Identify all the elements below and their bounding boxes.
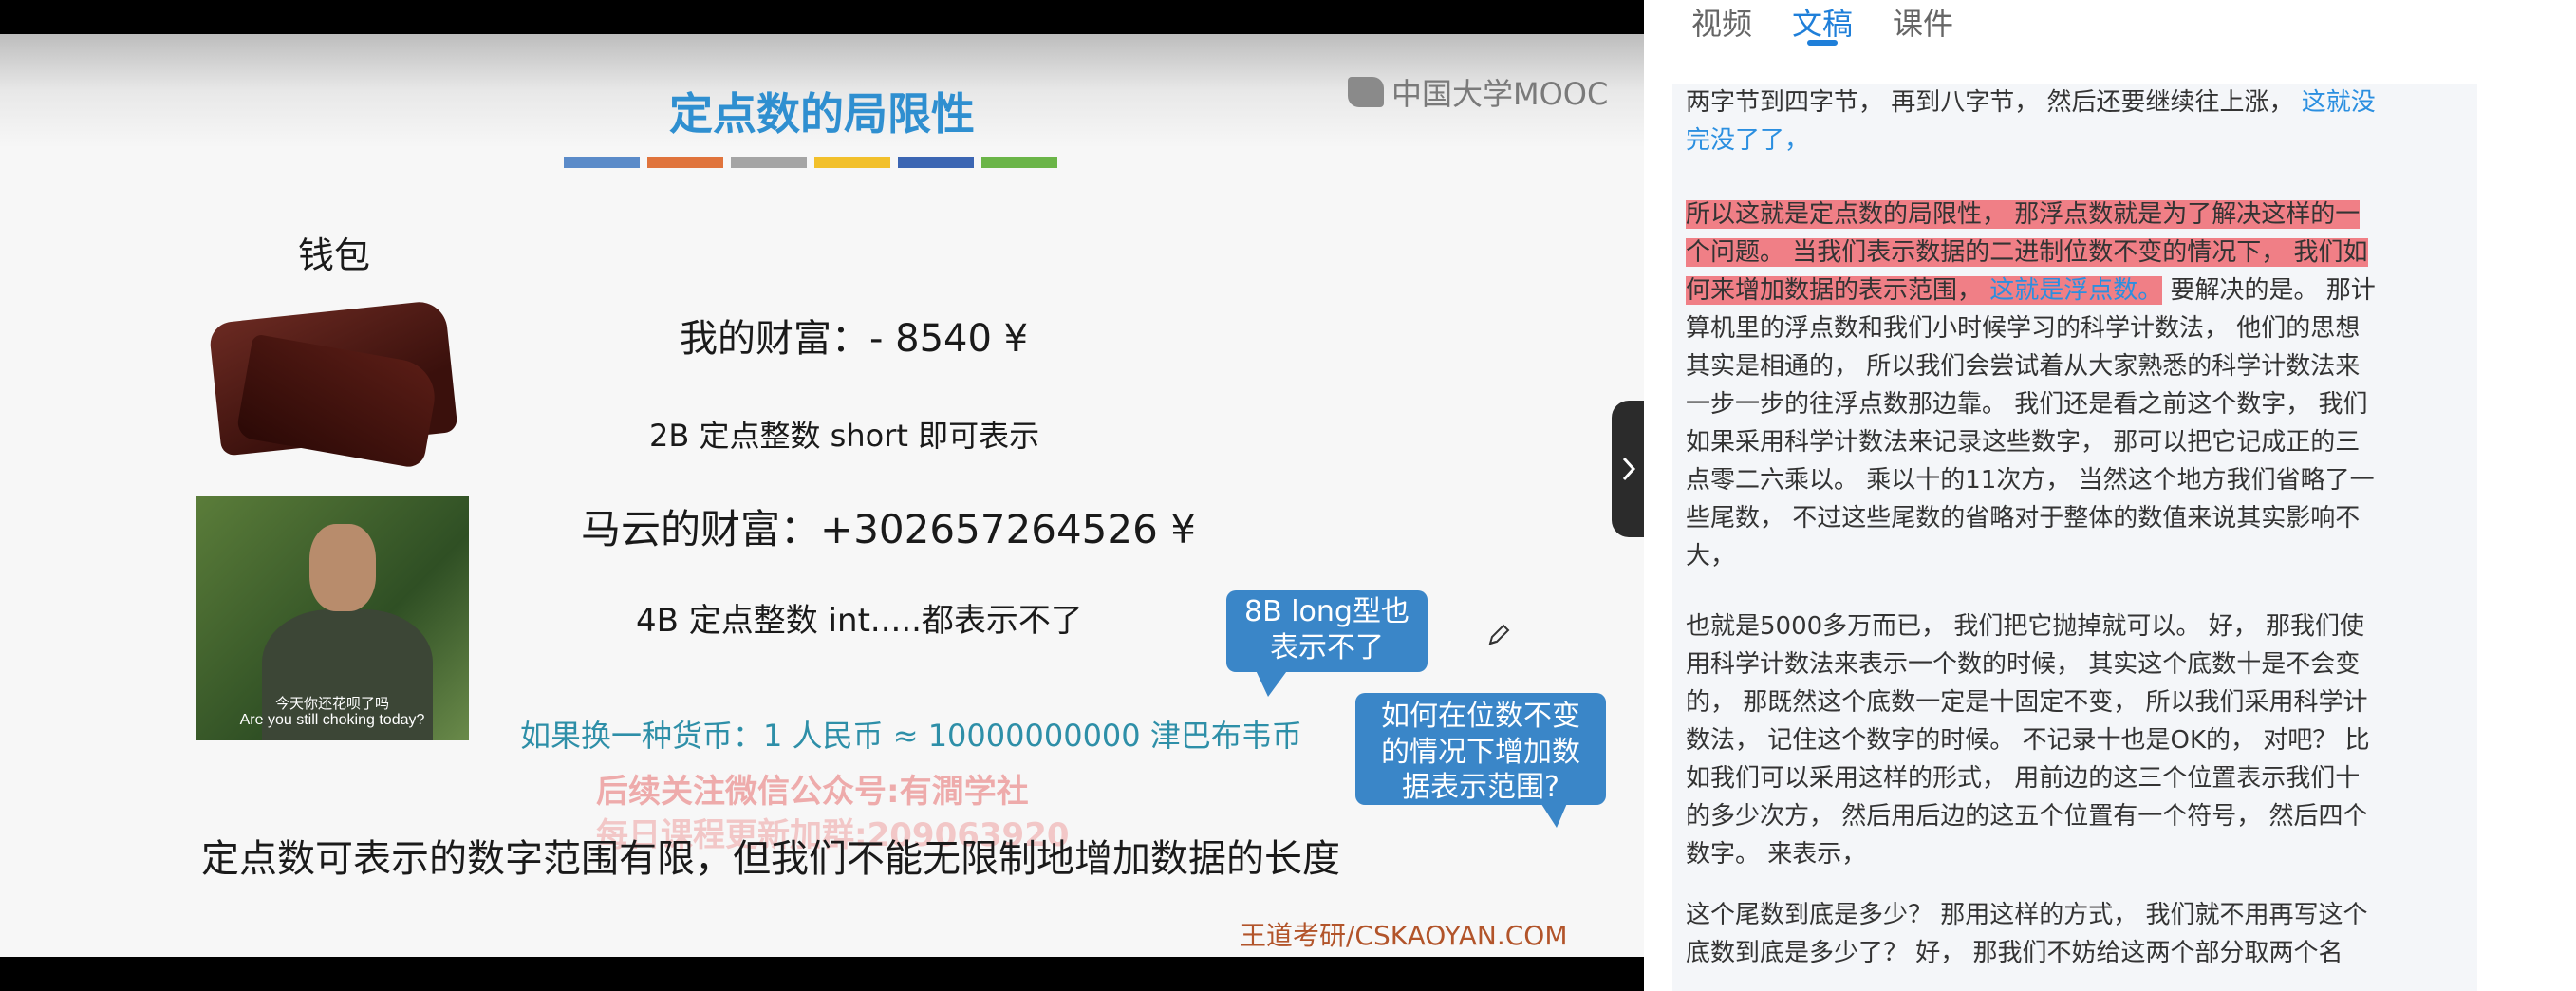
- pencil-icon: [1488, 624, 1510, 645]
- transcript-text: 如果采用科学计数法来记录这些数字， 那可以把它记成正的三: [1686, 428, 2361, 457]
- transcript-line: 大，: [1686, 537, 1735, 575]
- transcript-line: 完没了了，: [1686, 122, 1809, 159]
- transcript-text: 要解决的是。 那计: [2162, 276, 2376, 305]
- transcript-text: 这个尾数到底是多少？ 那用这样的方式， 我们就不用再写这个: [1686, 901, 2368, 929]
- wallet-label: 钱包: [298, 234, 371, 276]
- bottom-statement: 定点数可表示的数字范围有限，但我们不能无限制地增加数据的长度: [201, 837, 1340, 881]
- title-color-segment: [564, 157, 640, 168]
- side-panel: 视频 文稿 课件 两字节到四字节， 再到八字节， 然后还要继续往上涨， 这就没完没了…: [1644, 0, 2576, 991]
- portrait-photo: 今天你还花呗了吗 Are you still choking today?: [196, 496, 469, 740]
- transcript-line: 的多少次方， 然后用后边的这五个位置有一个符号， 然后四个: [1686, 797, 2368, 835]
- transcript-text: 些尾数， 不过这些尾数的省略对于整体的数值来说其实影响不: [1686, 504, 2361, 533]
- title-color-segment: [898, 157, 974, 168]
- transcript-line: 一步一步的往浮点数那边靠。 我们还是看之前这个数字， 我们: [1686, 385, 2368, 423]
- transcript-line: 如我们可以采用这样的形式， 用前边的这三个位置表示我们十: [1686, 759, 2360, 797]
- transcript-text: 的多少次方， 然后用后边的这五个位置有一个符号， 然后四个: [1686, 802, 2368, 831]
- ma-wealth-note: 4B 定点整数 int.....都表示不了: [636, 602, 1083, 640]
- long-type-bubble: 8B long型也 表示不了: [1226, 590, 1428, 697]
- bubble-line: 8B long型也: [1244, 595, 1409, 628]
- title-color-bar: [564, 157, 1057, 168]
- my-wealth-note: 2B 定点整数 short 即可表示: [649, 418, 1040, 454]
- mooc-logo-text: 中国大学MOOC: [1391, 76, 1609, 112]
- transcript-text: 的， 那既然这个底数一定是十固定不变， 所以我们采用科学计: [1686, 688, 2368, 717]
- transcript-text: 其实是相通的， 所以我们会尝试着从大家熟悉的科学计数法来: [1686, 352, 2361, 381]
- my-wealth-text: 我的财富：- 8540 ¥: [680, 317, 1029, 361]
- title-color-segment: [814, 157, 890, 168]
- transcript-line: 这个尾数到底是多少？ 那用这样的方式， 我们就不用再写这个: [1686, 896, 2368, 934]
- active-tab-indicator: [1807, 40, 1839, 46]
- transcript-line: 两字节到四字节， 再到八字节， 然后还要继续往上涨， 这就没: [1686, 84, 2376, 122]
- transcript-line: 也就是5000多万而已， 我们把它抛掉就可以。 好， 那我们使: [1686, 608, 2364, 645]
- transcript-text: 一步一步的往浮点数那边靠。 我们还是看之前这个数字， 我们: [1686, 390, 2368, 419]
- bubble-line: 如何在位数不变: [1381, 700, 1580, 733]
- transcript-text: 点零二六乘以。 乘以十的11次方， 当然这个地方我们省略了一: [1686, 466, 2375, 495]
- collapse-panel-button[interactable]: [1612, 401, 1644, 537]
- transcript-text: 如我们可以采用这样的形式， 用前边的这三个位置表示我们十: [1686, 764, 2361, 793]
- tab-label: 课件: [1893, 6, 1954, 42]
- transcript-panel[interactable]: 两字节到四字节， 再到八字节， 然后还要继续往上涨， 这就没完没了了， 所以这就是…: [1672, 84, 2477, 991]
- bubble-line: 的情况下增加数: [1381, 735, 1580, 769]
- tab-label: 视频: [1691, 6, 1753, 42]
- transcript-line: 何来增加数据的表示范围， 这就是浮点数。 要解决的是。 那计: [1686, 271, 2376, 309]
- transcript-text: 这就没: [2293, 88, 2376, 117]
- transcript-line: 如果采用科学计数法来记录这些数字， 那可以把它记成正的三: [1686, 423, 2360, 461]
- bubble-line: 表示不了: [1270, 630, 1384, 664]
- transcript-text: 这就是浮点数。: [1982, 276, 2163, 305]
- title-color-segment: [647, 157, 723, 168]
- mooc-logo: 中国大学MOOC: [1348, 70, 1608, 114]
- bubble-line: 据表示范围?: [1402, 771, 1559, 804]
- transcript-line: 点零二六乘以。 乘以十的11次方， 当然这个地方我们省略了一: [1686, 461, 2375, 499]
- question-bubble: 如何在位数不变 的情况下增加数 据表示范围?: [1355, 693, 1606, 828]
- mooc-logo-icon: [1348, 77, 1384, 107]
- transcript-line: 数法， 记住这个数字的时候。 不记录十也是OK的， 对吧？ 比: [1686, 721, 2370, 759]
- tab-label: 文稿: [1792, 6, 1854, 42]
- transcript-text: 两字节到四字节， 再到八字节， 然后还要继续往上涨，: [1686, 88, 2294, 117]
- transcript-text: 那浮点数就是为了解决这样的一: [2007, 200, 2361, 229]
- photo-caption-cn: 今天你还花呗了吗: [274, 695, 389, 712]
- transcript-text: 数法， 记住这个数字的时候。 不记录十也是OK的， 对吧？ 比: [1686, 726, 2370, 755]
- transcript-text: 所以这就是定点数的局限性，: [1686, 200, 2007, 229]
- transcript-line: 所以这就是定点数的局限性， 那浮点数就是为了解决这样的一: [1686, 196, 2361, 234]
- tab-courseware[interactable]: 课件: [1893, 0, 1953, 42]
- panel-tabs: 视频 文稿 课件: [1691, 0, 1953, 46]
- transcript-line: 的， 那既然这个底数一定是十固定不变， 所以我们采用科学计: [1686, 683, 2368, 721]
- transcript-text: 算机里的浮点数和我们小时候学习的科学计数法， 他们的思想: [1686, 314, 2361, 343]
- transcript-line: 些尾数， 不过这些尾数的省略对于整体的数值来说其实影响不: [1686, 499, 2360, 537]
- transcript-line: 数字。 来表示，: [1686, 835, 1866, 873]
- transcript-text: 底数到底是多少了？ 好， 那我们不妨给这两个部分取两个名: [1686, 939, 2343, 967]
- title-color-segment: [731, 157, 807, 168]
- source-credit: 王道考研/CSKAOYAN.COM: [1240, 920, 1568, 951]
- title-color-segment: [981, 157, 1057, 168]
- transcript-line: 用科学计数法来表示一个数的时候， 其实这个底数十是不会变: [1686, 645, 2360, 683]
- transcript-line: 个问题。 当我们表示数据的二进制位数不变的情况下， 我们如: [1686, 234, 2368, 271]
- wallet-image: [205, 283, 459, 470]
- transcript-line: 算机里的浮点数和我们小时候学习的科学计数法， 他们的思想: [1686, 309, 2360, 347]
- transcript-line: 其实是相通的， 所以我们会尝试着从大家熟悉的科学计数法来: [1686, 347, 2360, 385]
- transcript-line: 底数到底是多少了？ 好， 那我们不妨给这两个部分取两个名: [1686, 934, 2343, 972]
- photo-caption-en: Are you still choking today?: [239, 712, 425, 728]
- lecture-slide: 定点数的局限性 中国大学MOOC 钱包 我的财富：- 8540 ¥ 2B 定点整…: [0, 34, 1644, 957]
- video-player[interactable]: 定点数的局限性 中国大学MOOC 钱包 我的财富：- 8540 ¥ 2B 定点整…: [0, 0, 1644, 991]
- ma-wealth-text: 马云的财富：+302657264526 ¥: [581, 506, 1196, 552]
- tab-transcript[interactable]: 文稿: [1792, 0, 1853, 46]
- chevron-right-icon: [1622, 457, 1636, 481]
- currency-line: 如果换一种货币：1 人民币 ≈ 10000000000 津巴布韦币: [520, 718, 1302, 754]
- transcript-text: 完没了了，: [1686, 126, 1810, 155]
- transcript-text: 大，: [1686, 542, 1736, 570]
- watermark-text: 后续关注微信公众号:有澗学社: [596, 773, 1029, 811]
- transcript-text: 数字。 来表示，: [1686, 840, 1867, 869]
- transcript-text: 何来增加数据的表示范围，: [1686, 276, 1983, 305]
- transcript-text: 个问题。 当我们表示数据的二进制位数不变的情况下， 我们如: [1686, 238, 2368, 267]
- transcript-text: 用科学计数法来表示一个数的时候， 其实这个底数十是不会变: [1686, 650, 2361, 679]
- tab-video[interactable]: 视频: [1691, 0, 1752, 42]
- transcript-text: 也就是5000多万而已， 我们把它抛掉就可以。 好， 那我们使: [1686, 612, 2364, 641]
